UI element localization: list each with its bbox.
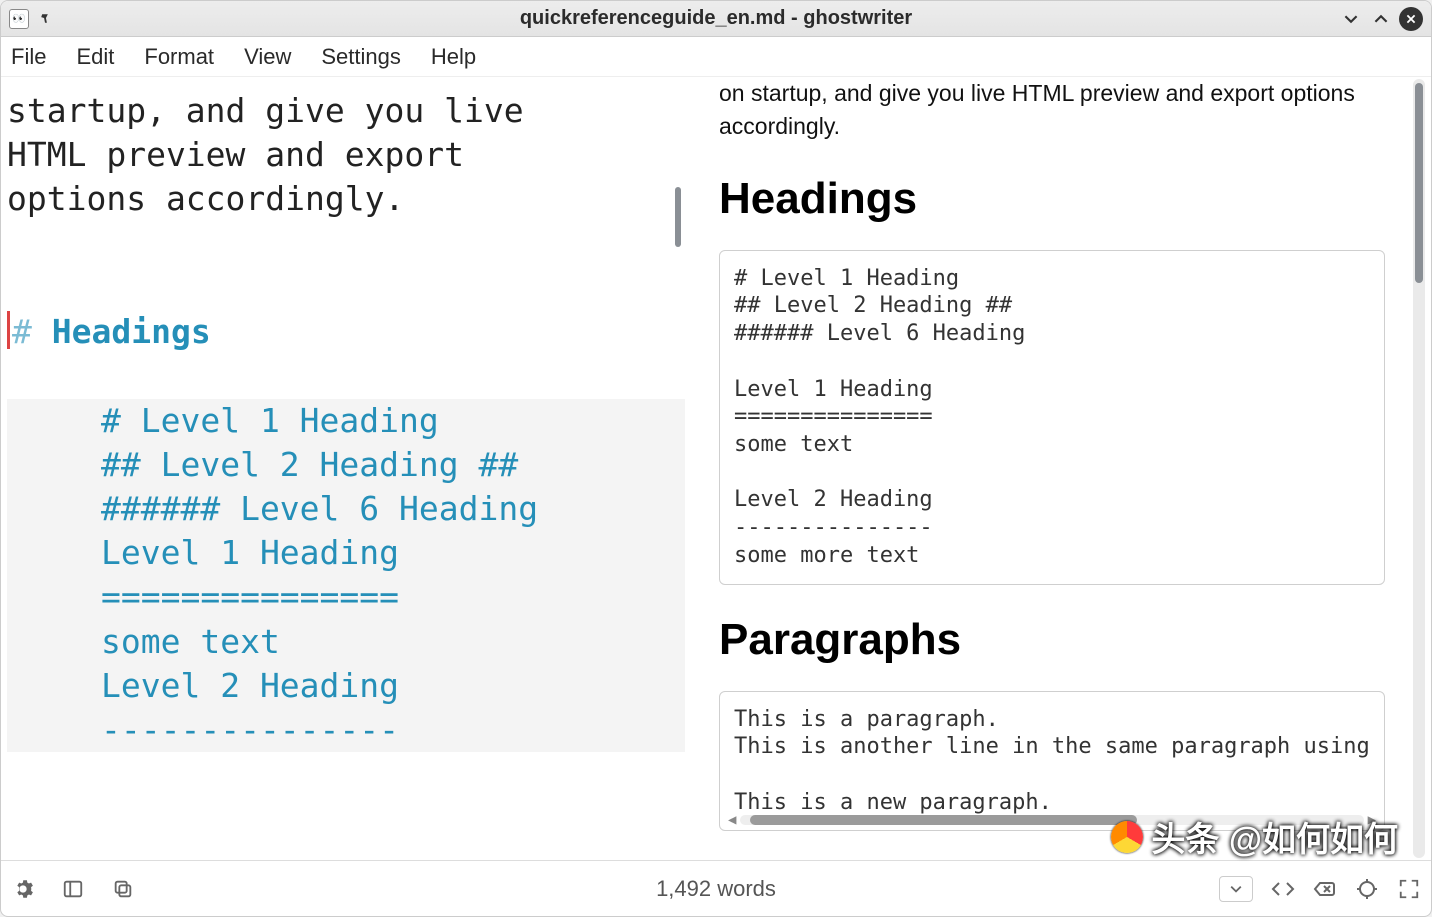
statusbar-left — [11, 877, 135, 901]
scroll-track[interactable] — [740, 815, 1363, 825]
preview-code-paragraphs-text: This is a paragraph. This is another lin… — [734, 707, 1370, 815]
editor-cursor — [7, 311, 10, 349]
statusbar-right — [1219, 876, 1421, 902]
fullscreen-icon[interactable] — [1397, 877, 1421, 901]
menu-file[interactable]: File — [7, 40, 50, 74]
target-icon[interactable] — [1355, 877, 1379, 901]
code-horizontal-scrollbar[interactable]: ◀▶ — [728, 814, 1376, 826]
backspace-icon[interactable] — [1313, 877, 1337, 901]
statusbar: 1,492 words — [1, 860, 1431, 916]
app-window: 👀 quickreferenceguide_en.md - ghostwrite… — [0, 0, 1432, 917]
code-line7: some text — [7, 620, 685, 664]
settings-icon[interactable] — [11, 877, 35, 901]
menubar: File Edit Format View Settings Help — [1, 37, 1431, 77]
editor-text[interactable]: startup, and give you live HTML preview … — [1, 77, 691, 764]
heading-marker: # — [12, 312, 32, 351]
preview-intro: on startup, and give you live HTML previ… — [719, 77, 1385, 144]
menu-edit[interactable]: Edit — [72, 40, 118, 74]
scroll-thumb[interactable] — [750, 815, 1136, 825]
preview-code-paragraphs: This is a paragraph. This is another lin… — [719, 691, 1385, 832]
titlebar-controls — [1339, 7, 1431, 31]
preview-heading-headings: Headings — [719, 174, 1385, 224]
editor-pane[interactable]: startup, and give you live HTML preview … — [1, 77, 691, 860]
code-line9: Level 2 Heading — [7, 664, 685, 708]
code-line2: ## Level 2 Heading ## — [7, 443, 685, 487]
editor-scrollbar[interactable] — [675, 187, 681, 247]
close-button[interactable] — [1399, 7, 1423, 31]
titlebar-left: 👀 — [1, 9, 53, 29]
window-title: quickreferenceguide_en.md - ghostwriter — [520, 7, 912, 30]
preview-heading-paragraphs: Paragraphs — [719, 615, 1385, 665]
code-line1: # Level 1 Heading — [7, 399, 685, 443]
heading-text: Headings — [32, 312, 211, 351]
scroll-right-icon[interactable]: ▶ — [1368, 812, 1376, 830]
code-icon[interactable] — [1271, 877, 1295, 901]
sidebar-toggle-icon[interactable] — [61, 877, 85, 901]
code-line6: =============== — [7, 575, 685, 619]
menu-settings[interactable]: Settings — [317, 40, 405, 74]
content-split: startup, and give you live HTML preview … — [1, 77, 1431, 860]
maximize-button[interactable] — [1369, 7, 1393, 31]
word-count[interactable]: 1,492 words — [656, 876, 776, 902]
code-line5: Level 1 Heading — [7, 531, 685, 575]
editor-intro-line3: options accordingly. — [7, 179, 404, 218]
editor-intro-line1: startup, and give you live — [7, 91, 524, 130]
code-line3: ###### Level 6 Heading — [7, 487, 685, 531]
copy-icon[interactable] — [111, 877, 135, 901]
menu-view[interactable]: View — [240, 40, 295, 74]
preview-content: on startup, and give you live HTML previ… — [719, 77, 1385, 831]
preview-code-headings: # Level 1 Heading ## Level 2 Heading ## … — [719, 250, 1385, 585]
titlebar[interactable]: 👀 quickreferenceguide_en.md - ghostwrite… — [1, 1, 1431, 37]
menu-format[interactable]: Format — [140, 40, 218, 74]
minimize-button[interactable] — [1339, 7, 1363, 31]
dropdown-icon[interactable] — [1219, 876, 1253, 902]
menu-help[interactable]: Help — [427, 40, 480, 74]
preview-pane[interactable]: on startup, and give you live HTML previ… — [691, 77, 1431, 860]
pin-icon[interactable] — [37, 11, 53, 27]
app-icon: 👀 — [9, 9, 29, 29]
editor-intro-line2: HTML preview and export — [7, 135, 464, 174]
scroll-left-icon[interactable]: ◀ — [728, 812, 736, 830]
preview-scrollbar[interactable] — [1415, 83, 1423, 283]
code-line10: --------------- — [7, 708, 685, 752]
